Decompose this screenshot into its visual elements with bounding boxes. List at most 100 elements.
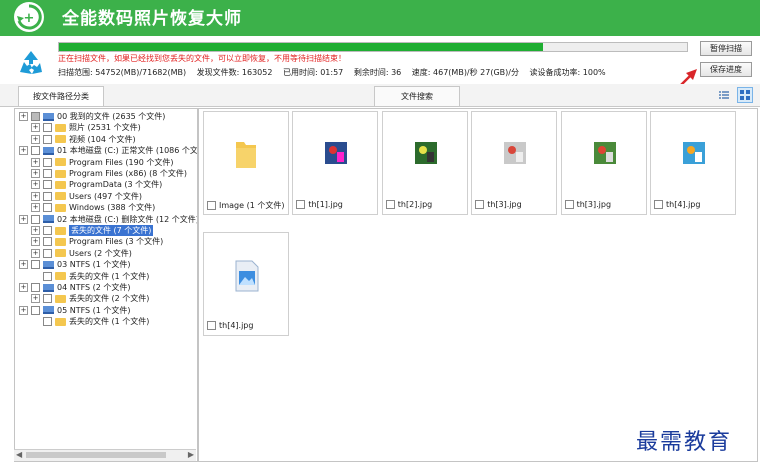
expand-toggle-icon[interactable]: + bbox=[19, 305, 28, 315]
tree-item-label: 丢失的文件 (2 个文件) bbox=[69, 294, 150, 304]
tree-checkbox[interactable] bbox=[31, 214, 40, 224]
file-checkbox[interactable] bbox=[385, 200, 395, 209]
tree-item[interactable]: 丢失的文件 (1 个文件) bbox=[31, 316, 149, 327]
tree-item[interactable]: + Users (497 个文件) bbox=[31, 191, 142, 202]
expand-toggle-icon[interactable]: + bbox=[19, 260, 28, 270]
tree-checkbox[interactable] bbox=[43, 180, 52, 190]
folder-icon bbox=[55, 237, 66, 246]
expand-toggle-icon[interactable]: + bbox=[31, 180, 40, 190]
tree-checkbox[interactable] bbox=[43, 191, 52, 201]
expand-toggle-icon[interactable]: + bbox=[31, 203, 40, 213]
file-checkbox[interactable] bbox=[564, 200, 574, 209]
tree-checkbox[interactable] bbox=[43, 203, 52, 213]
tree-item-label: Users (2 个文件) bbox=[69, 248, 132, 258]
tree-checkbox[interactable] bbox=[43, 169, 52, 178]
file-thumbnail[interactable]: th[4].jpg bbox=[650, 111, 736, 215]
file-checkbox[interactable] bbox=[207, 201, 216, 210]
file-checkbox[interactable] bbox=[475, 200, 485, 209]
scrollbar-thumb[interactable] bbox=[26, 452, 166, 458]
tree-checkbox[interactable] bbox=[43, 294, 52, 304]
expand-toggle-icon[interactable]: + bbox=[19, 283, 28, 292]
list-view-icon[interactable] bbox=[718, 89, 730, 101]
expand-toggle-icon[interactable]: + bbox=[31, 294, 40, 304]
tree-item-label: Windows (388 个文件) bbox=[69, 203, 156, 213]
file-checkbox[interactable] bbox=[296, 200, 306, 209]
expand-toggle-icon[interactable]: + bbox=[19, 146, 28, 156]
tree-checkbox[interactable] bbox=[31, 260, 40, 270]
scroll-right-icon[interactable]: ▶ bbox=[188, 450, 194, 459]
expand-toggle-icon[interactable]: + bbox=[19, 214, 28, 224]
tree-item[interactable]: + ProgramData (3 个文件) bbox=[31, 179, 162, 190]
expand-toggle-icon[interactable]: + bbox=[31, 123, 40, 133]
tab-by-path[interactable]: 按文件路径分类 bbox=[18, 86, 104, 106]
tree-item[interactable]: + Users (2 个文件) bbox=[31, 248, 132, 259]
file-thumbnail[interactable]: th[3].jpg bbox=[471, 111, 558, 215]
file-thumbnail[interactable]: th[4].jpg bbox=[203, 232, 289, 336]
tree-item[interactable]: +04 NTFS (2 个文件) bbox=[19, 282, 131, 293]
drive-icon bbox=[43, 283, 54, 292]
tree-item[interactable]: +03 NTFS (1 个文件) bbox=[19, 259, 131, 270]
tree-checkbox[interactable] bbox=[43, 134, 52, 144]
grid-view-icon[interactable] bbox=[737, 87, 753, 103]
drive-icon bbox=[43, 215, 54, 224]
tree-item[interactable]: + Program Files (3 个文件) bbox=[31, 236, 163, 247]
file-checkbox[interactable] bbox=[654, 200, 663, 209]
tree-item-label: 照片 (2531 个文件) bbox=[69, 123, 141, 133]
tree-checkbox[interactable] bbox=[31, 305, 40, 315]
tree-checkbox[interactable] bbox=[43, 123, 52, 133]
scan-progress-bar bbox=[58, 42, 688, 52]
file-checkbox[interactable] bbox=[207, 321, 216, 330]
file-thumbnail[interactable]: th[1].jpg bbox=[292, 111, 379, 215]
tree-item[interactable]: +00 我到的文件 (2635 个文件) bbox=[19, 111, 165, 122]
scroll-left-icon[interactable]: ◀ bbox=[16, 450, 22, 459]
tree-checkbox[interactable] bbox=[43, 317, 52, 327]
save-progress-button[interactable]: 保存进度 bbox=[700, 62, 752, 77]
tree-item[interactable]: + 视频 (104 个文件) bbox=[31, 134, 136, 145]
file-thumbnail[interactable]: th[3].jpg bbox=[560, 111, 647, 215]
expand-toggle-icon[interactable]: + bbox=[31, 169, 40, 178]
stat-read-success: 读设备成功率: 100% bbox=[529, 68, 606, 77]
folder-icon bbox=[55, 135, 66, 144]
tree-horizontal-scrollbar[interactable]: ◀ ▶ bbox=[14, 449, 196, 461]
tree-item-label: 01 本地磁盘 (C:) 正常文件 (1086 个文 bbox=[57, 146, 198, 156]
expand-toggle-icon[interactable]: + bbox=[31, 191, 40, 201]
tree-item[interactable]: +05 NTFS (1 个文件) bbox=[19, 305, 131, 316]
expand-toggle-icon[interactable]: + bbox=[31, 248, 40, 258]
tree-item-label: Program Files (x86) (8 个文件) bbox=[69, 169, 187, 178]
tree-checkbox[interactable] bbox=[43, 271, 52, 281]
expand-toggle-icon[interactable]: + bbox=[31, 157, 40, 167]
tree-checkbox[interactable] bbox=[31, 283, 40, 292]
tree-item[interactable]: +02 本地磁盘 (C:) 删除文件 (12 个文件) bbox=[19, 214, 197, 225]
tree-item[interactable]: + Program Files (190 个文件) bbox=[31, 157, 173, 168]
tree-item[interactable]: + 丢失的文件 (2 个文件) bbox=[31, 293, 149, 304]
tree-item[interactable]: +01 本地磁盘 (C:) 正常文件 (1086 个文 bbox=[19, 145, 198, 156]
folder-icon bbox=[204, 112, 288, 198]
file-thumbnail[interactable]: th[2].jpg bbox=[381, 111, 468, 215]
tab-file-search[interactable]: 文件搜索 bbox=[374, 86, 460, 106]
pause-scan-button[interactable]: 暂停扫描 bbox=[700, 41, 752, 56]
tree-item[interactable]: + Program Files (x86) (8 个文件) bbox=[31, 168, 187, 179]
tree-item-label: Program Files (3 个文件) bbox=[69, 237, 164, 247]
tree-item[interactable]: 丢失的文件 (1 个文件) bbox=[31, 271, 149, 282]
tree-item[interactable]: + 丢失的文件 (7 个文件) bbox=[31, 225, 154, 236]
folder-icon bbox=[55, 294, 66, 303]
expand-toggle-icon[interactable]: + bbox=[31, 134, 40, 144]
tree-item-label: 04 NTFS (2 个文件) bbox=[57, 283, 131, 292]
expand-toggle-icon[interactable]: + bbox=[31, 237, 40, 247]
file-caption: Image (1 个文件) bbox=[207, 200, 284, 211]
tree-checkbox[interactable] bbox=[31, 146, 40, 156]
tree-item-label: 05 NTFS (1 个文件) bbox=[57, 305, 131, 315]
file-thumbnail[interactable]: Image (1 个文件) bbox=[203, 111, 289, 215]
tree-checkbox[interactable] bbox=[43, 237, 52, 247]
expand-toggle-icon[interactable]: + bbox=[19, 112, 28, 121]
tree-item[interactable]: + 照片 (2531 个文件) bbox=[31, 122, 141, 133]
tree-checkbox[interactable] bbox=[43, 248, 52, 258]
tree-item[interactable]: + Windows (388 个文件) bbox=[31, 202, 155, 213]
tab-bar: 按文件路径分类 文件搜索 bbox=[0, 84, 760, 107]
expand-toggle-icon[interactable]: + bbox=[31, 226, 40, 235]
stat-remaining: 剩余时间: 36 bbox=[353, 68, 402, 77]
tree-item-label: 丢失的文件 (1 个文件) bbox=[69, 271, 150, 281]
tree-checkbox[interactable] bbox=[43, 157, 52, 167]
tree-checkbox[interactable] bbox=[31, 112, 40, 121]
tree-checkbox[interactable] bbox=[43, 226, 52, 235]
